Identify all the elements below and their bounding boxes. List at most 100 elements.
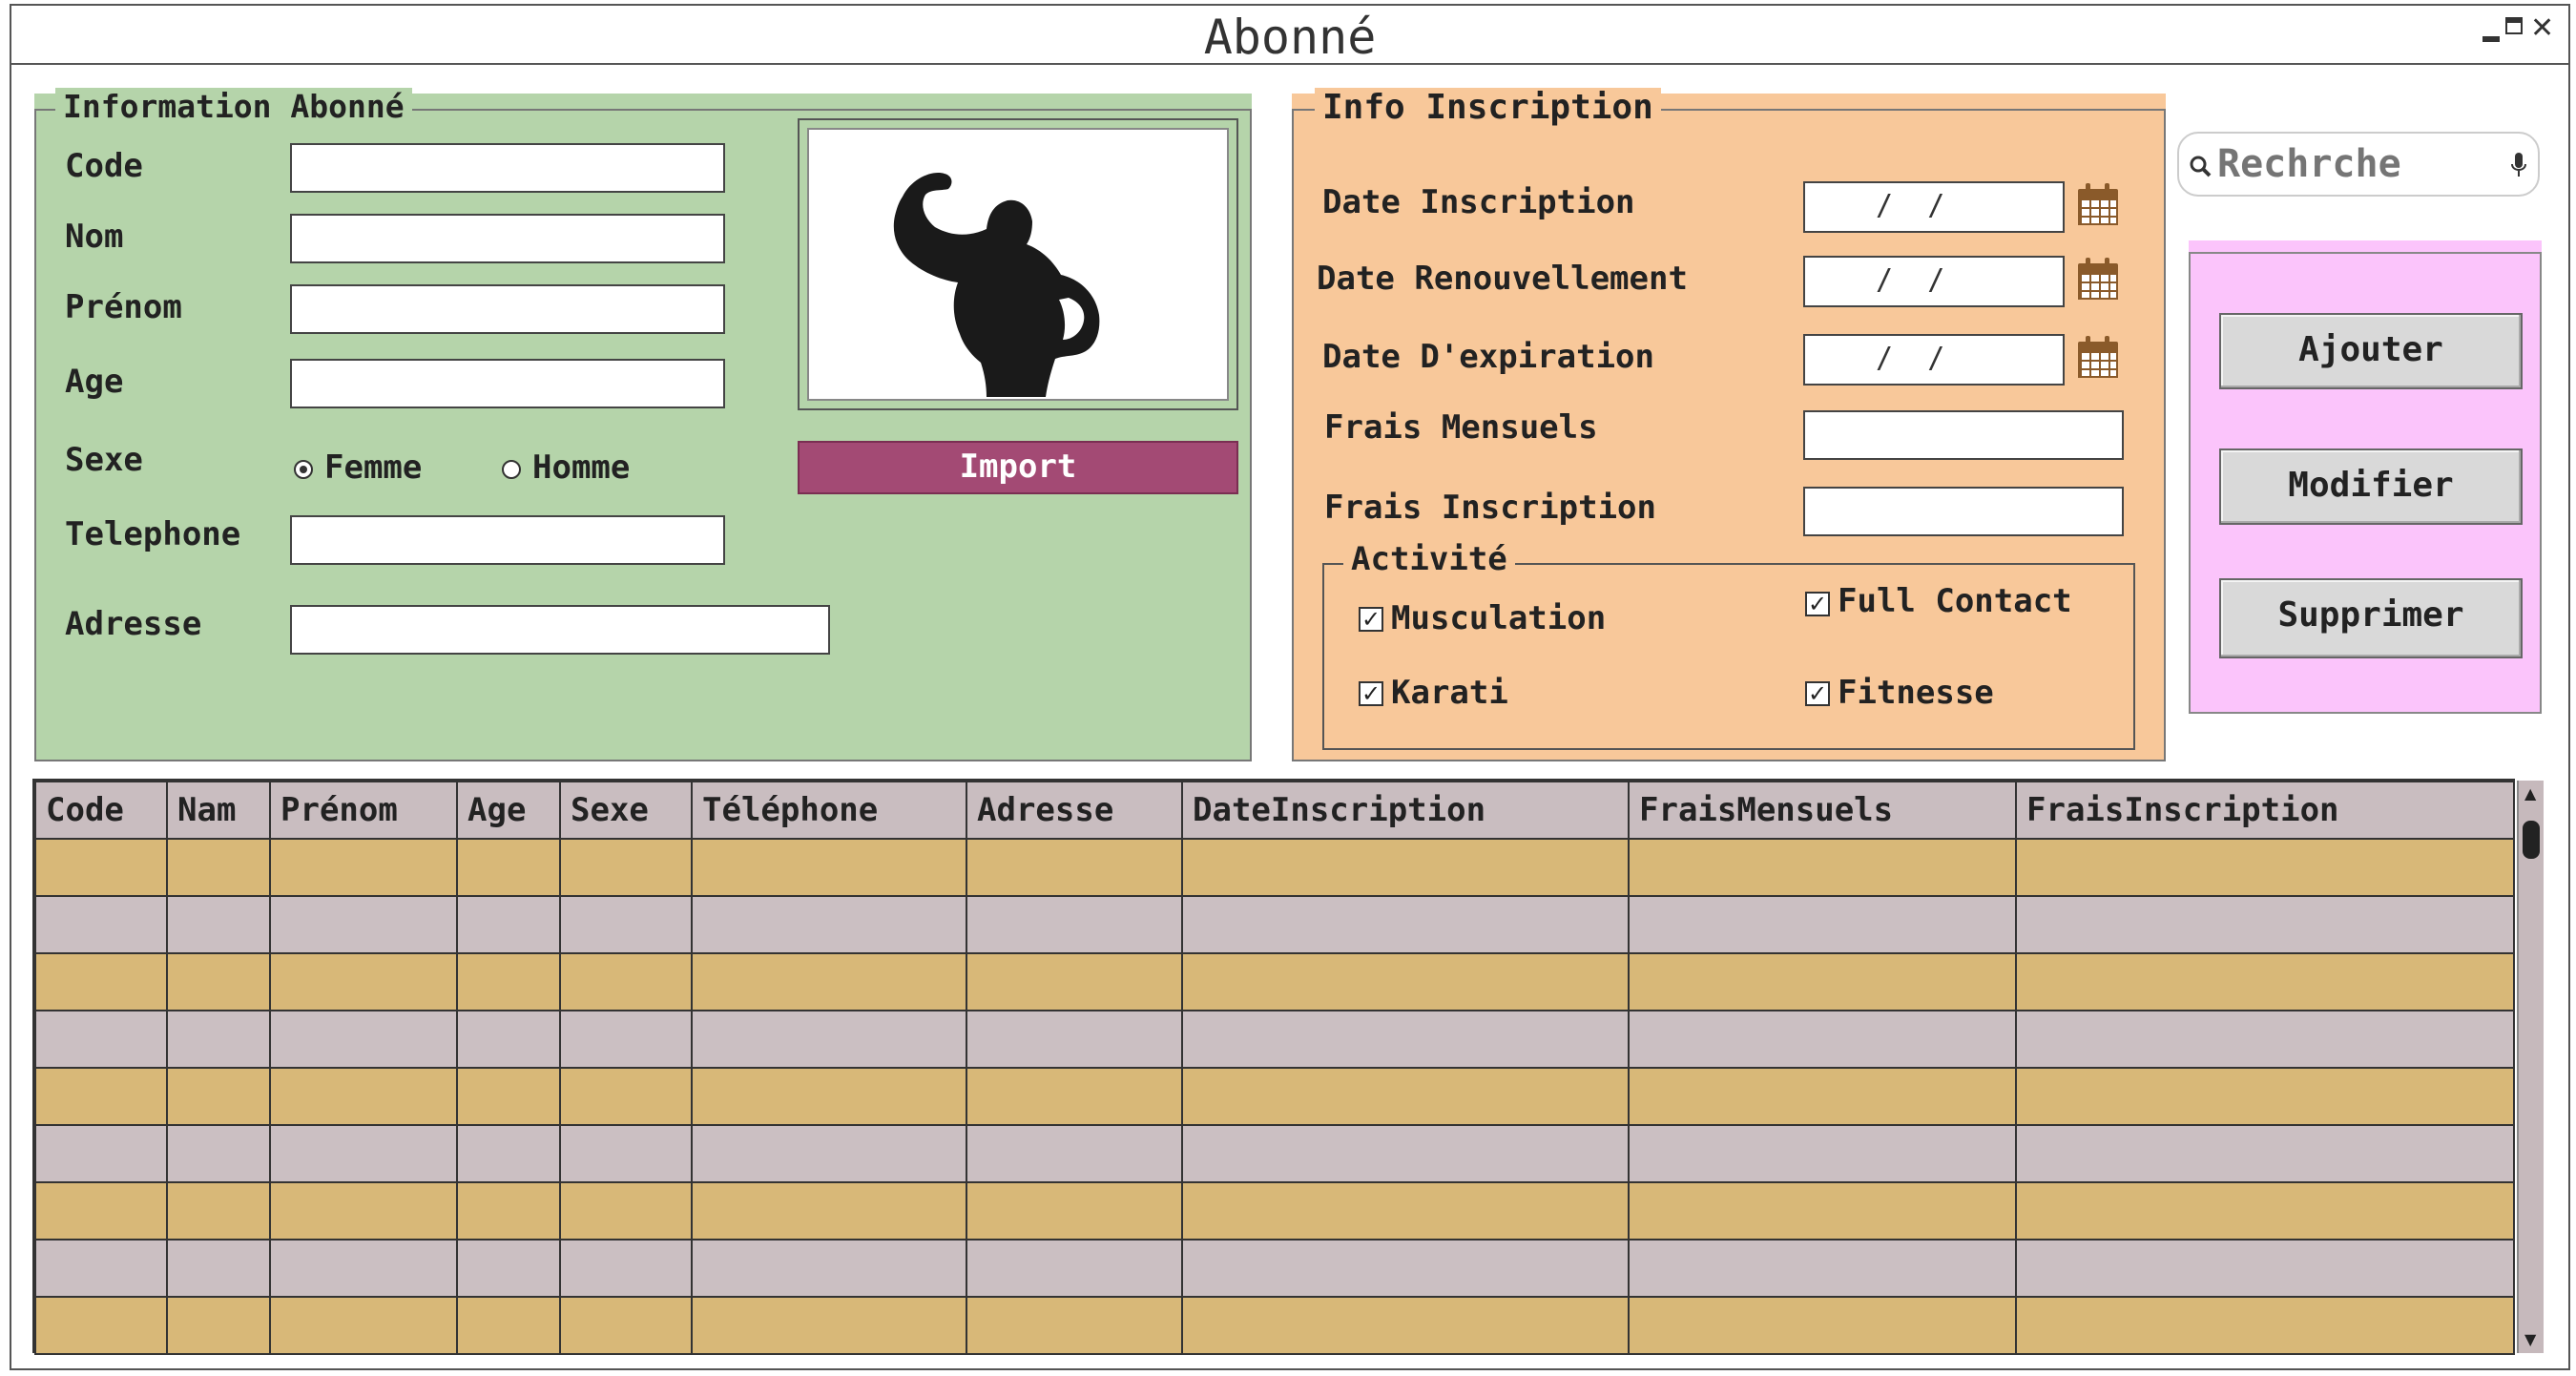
table-cell[interactable]: [1181, 1239, 1630, 1298]
subscribers-table[interactable]: Code Nam Prénom Age Sexe Téléphone Adres…: [32, 779, 2515, 1355]
microphone-icon[interactable]: [2509, 151, 2528, 179]
supprimer-button[interactable]: Supprimer: [2219, 578, 2523, 658]
table-cell[interactable]: [691, 1067, 967, 1126]
table-cell[interactable]: [2015, 1296, 2515, 1355]
column-header-nam[interactable]: Nam: [166, 781, 271, 840]
table-cell[interactable]: [166, 1296, 271, 1355]
table-cell[interactable]: [691, 838, 967, 897]
table-cell[interactable]: [2015, 1124, 2515, 1183]
table-cell[interactable]: [34, 1181, 168, 1240]
full-contact-checkbox[interactable]: ✓: [1805, 592, 1830, 616]
date-renouvellement-input[interactable]: / /: [1803, 256, 2065, 307]
scroll-down-icon[interactable]: ▼: [2524, 1330, 2536, 1348]
table-cell[interactable]: [966, 952, 1183, 1011]
table-cell[interactable]: [269, 1296, 458, 1355]
table-cell[interactable]: [456, 1181, 561, 1240]
table-cell[interactable]: [691, 1010, 967, 1069]
table-cell[interactable]: [2015, 895, 2515, 954]
table-cell[interactable]: [559, 1124, 693, 1183]
table-cell[interactable]: [269, 952, 458, 1011]
table-cell[interactable]: [559, 1010, 693, 1069]
column-header-frais-mensuels[interactable]: FraisMensuels: [1628, 781, 2017, 840]
table-cell[interactable]: [166, 1181, 271, 1240]
table-cell[interactable]: [456, 952, 561, 1011]
fitnesse-checkbox[interactable]: ✓: [1805, 681, 1830, 706]
table-cell[interactable]: [559, 1239, 693, 1298]
column-header-telephone[interactable]: Téléphone: [691, 781, 967, 840]
table-cell[interactable]: [166, 895, 271, 954]
table-row[interactable]: [34, 1239, 2515, 1298]
prenom-input[interactable]: [290, 284, 725, 334]
table-cell[interactable]: [1181, 1296, 1630, 1355]
radio-femme[interactable]: [294, 460, 313, 479]
table-row[interactable]: [34, 952, 2515, 1011]
column-header-sexe[interactable]: Sexe: [559, 781, 693, 840]
table-cell[interactable]: [966, 895, 1183, 954]
table-cell[interactable]: [34, 895, 168, 954]
table-cell[interactable]: [559, 1067, 693, 1126]
table-cell[interactable]: [966, 1239, 1183, 1298]
close-icon[interactable]: ✕: [2530, 11, 2554, 45]
table-cell[interactable]: [456, 1296, 561, 1355]
table-cell[interactable]: [166, 1124, 271, 1183]
table-cell[interactable]: [269, 895, 458, 954]
table-cell[interactable]: [1628, 1239, 2017, 1298]
table-cell[interactable]: [966, 1010, 1183, 1069]
table-cell[interactable]: [456, 838, 561, 897]
code-input[interactable]: [290, 143, 725, 193]
calendar-icon[interactable]: [2076, 336, 2120, 380]
table-cell[interactable]: [1181, 1124, 1630, 1183]
table-cell[interactable]: [1181, 952, 1630, 1011]
search-box[interactable]: [2177, 132, 2540, 197]
table-cell[interactable]: [559, 895, 693, 954]
scrollbar-thumb[interactable]: [2523, 821, 2540, 859]
table-cell[interactable]: [966, 838, 1183, 897]
table-cell[interactable]: [166, 838, 271, 897]
table-cell[interactable]: [1628, 1124, 2017, 1183]
table-cell[interactable]: [1181, 895, 1630, 954]
radio-homme[interactable]: [502, 460, 521, 479]
table-cell[interactable]: [966, 1181, 1183, 1240]
table-cell[interactable]: [269, 1124, 458, 1183]
table-cell[interactable]: [34, 1067, 168, 1126]
table-cell[interactable]: [1628, 1181, 2017, 1240]
table-scrollbar[interactable]: ▲ ▼: [2517, 781, 2544, 1353]
adresse-input[interactable]: [290, 605, 830, 655]
column-header-adresse[interactable]: Adresse: [966, 781, 1183, 840]
nom-input[interactable]: [290, 214, 725, 263]
table-cell[interactable]: [691, 1181, 967, 1240]
musculation-checkbox[interactable]: ✓: [1359, 607, 1383, 632]
table-cell[interactable]: [166, 1010, 271, 1069]
column-header-date-inscription[interactable]: DateInscription: [1181, 781, 1630, 840]
table-cell[interactable]: [691, 1124, 967, 1183]
frais-inscription-input[interactable]: [1803, 487, 2124, 536]
table-cell[interactable]: [456, 1124, 561, 1183]
table-cell[interactable]: [1628, 838, 2017, 897]
table-cell[interactable]: [691, 895, 967, 954]
table-cell[interactable]: [559, 952, 693, 1011]
table-cell[interactable]: [966, 1067, 1183, 1126]
table-cell[interactable]: [166, 1239, 271, 1298]
table-cell[interactable]: [34, 838, 168, 897]
table-cell[interactable]: [559, 838, 693, 897]
column-header-code[interactable]: Code: [34, 781, 168, 840]
frais-mensuels-input[interactable]: [1803, 410, 2124, 460]
table-cell[interactable]: [1181, 838, 1630, 897]
table-row[interactable]: [34, 1010, 2515, 1069]
table-cell[interactable]: [166, 952, 271, 1011]
table-cell[interactable]: [2015, 1239, 2515, 1298]
table-row[interactable]: [34, 1067, 2515, 1126]
table-cell[interactable]: [1628, 895, 2017, 954]
table-cell[interactable]: [1628, 1010, 2017, 1069]
table-cell[interactable]: [1628, 1067, 2017, 1126]
table-cell[interactable]: [1181, 1010, 1630, 1069]
table-cell[interactable]: [966, 1124, 1183, 1183]
table-cell[interactable]: [691, 1239, 967, 1298]
telephone-input[interactable]: [290, 515, 725, 565]
table-cell[interactable]: [269, 1181, 458, 1240]
table-cell[interactable]: [691, 1296, 967, 1355]
table-cell[interactable]: [456, 1067, 561, 1126]
date-inscription-input[interactable]: / /: [1803, 181, 2065, 233]
calendar-icon[interactable]: [2076, 258, 2120, 302]
table-cell[interactable]: [166, 1067, 271, 1126]
